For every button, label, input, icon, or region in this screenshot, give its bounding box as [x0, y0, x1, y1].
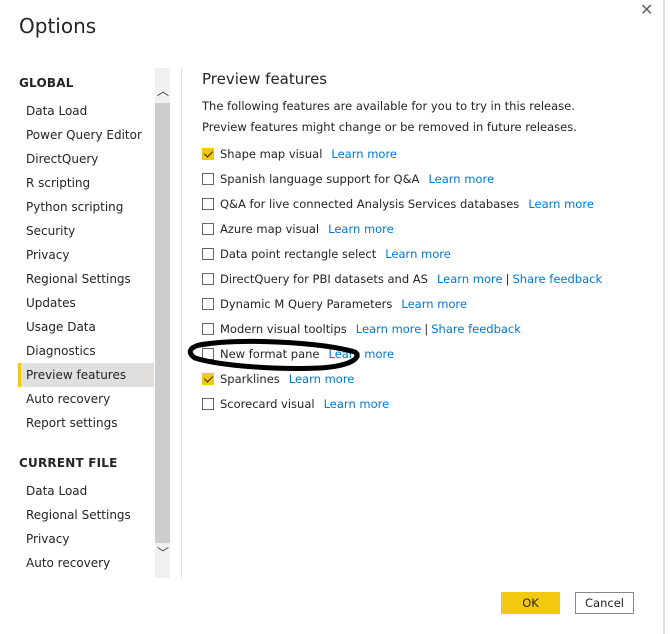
hand-drawn-circle-annotation [187, 339, 360, 372]
